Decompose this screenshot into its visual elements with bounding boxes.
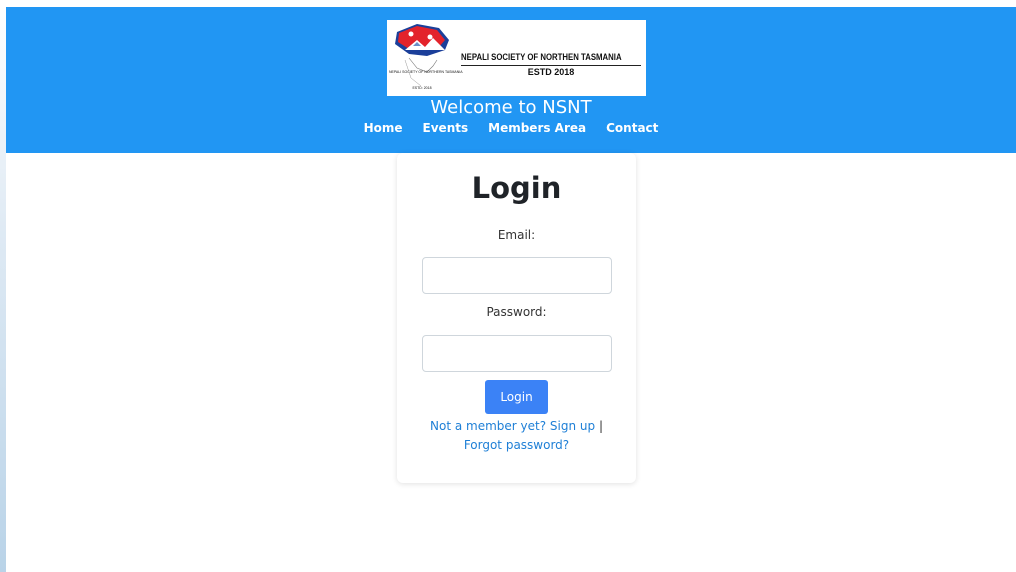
- logo-estd: ESTD 2018: [527, 67, 575, 77]
- login-button[interactable]: Login: [485, 380, 548, 414]
- email-field[interactable]: [422, 257, 612, 294]
- login-title: Login: [471, 171, 562, 205]
- nsnt-logo[interactable]: NEPALI SOCIETY OF NORTHEN TASMANIA ESTD …: [387, 20, 646, 96]
- password-label: Password:: [486, 305, 547, 319]
- nav-home[interactable]: Home: [364, 121, 403, 135]
- welcome-heading: Welcome to NSNT: [430, 97, 592, 118]
- nav-contact[interactable]: Contact: [606, 121, 658, 135]
- nav-events[interactable]: Events: [423, 121, 469, 135]
- logo-small-caption: NEPALI SOCIETY OF NORTHERN TASMANIA: [389, 70, 463, 74]
- logo-divider: [461, 65, 641, 66]
- main-nav: Home Events Members Area Contact: [6, 121, 1016, 135]
- nav-members-area[interactable]: Members Area: [488, 121, 586, 135]
- site-header: NEPALI SOCIETY OF NORTHEN TASMANIA ESTD …: [6, 7, 1016, 153]
- forgot-password-link[interactable]: Forgot password?: [464, 438, 569, 452]
- email-label: Email:: [497, 228, 536, 242]
- logo-org-name: NEPALI SOCIETY OF NORTHEN TASMANIA: [461, 52, 622, 63]
- password-field[interactable]: [422, 335, 612, 372]
- signup-link[interactable]: Not a member yet? Sign up: [430, 419, 595, 433]
- logo-tiny-caption: ESTD: 2018: [412, 86, 432, 90]
- login-card: Login Email: Password: Login Not a membe…: [397, 153, 636, 483]
- link-separator: |: [598, 419, 603, 433]
- auth-links: Not a member yet? Sign up | Forgot passw…: [411, 417, 622, 455]
